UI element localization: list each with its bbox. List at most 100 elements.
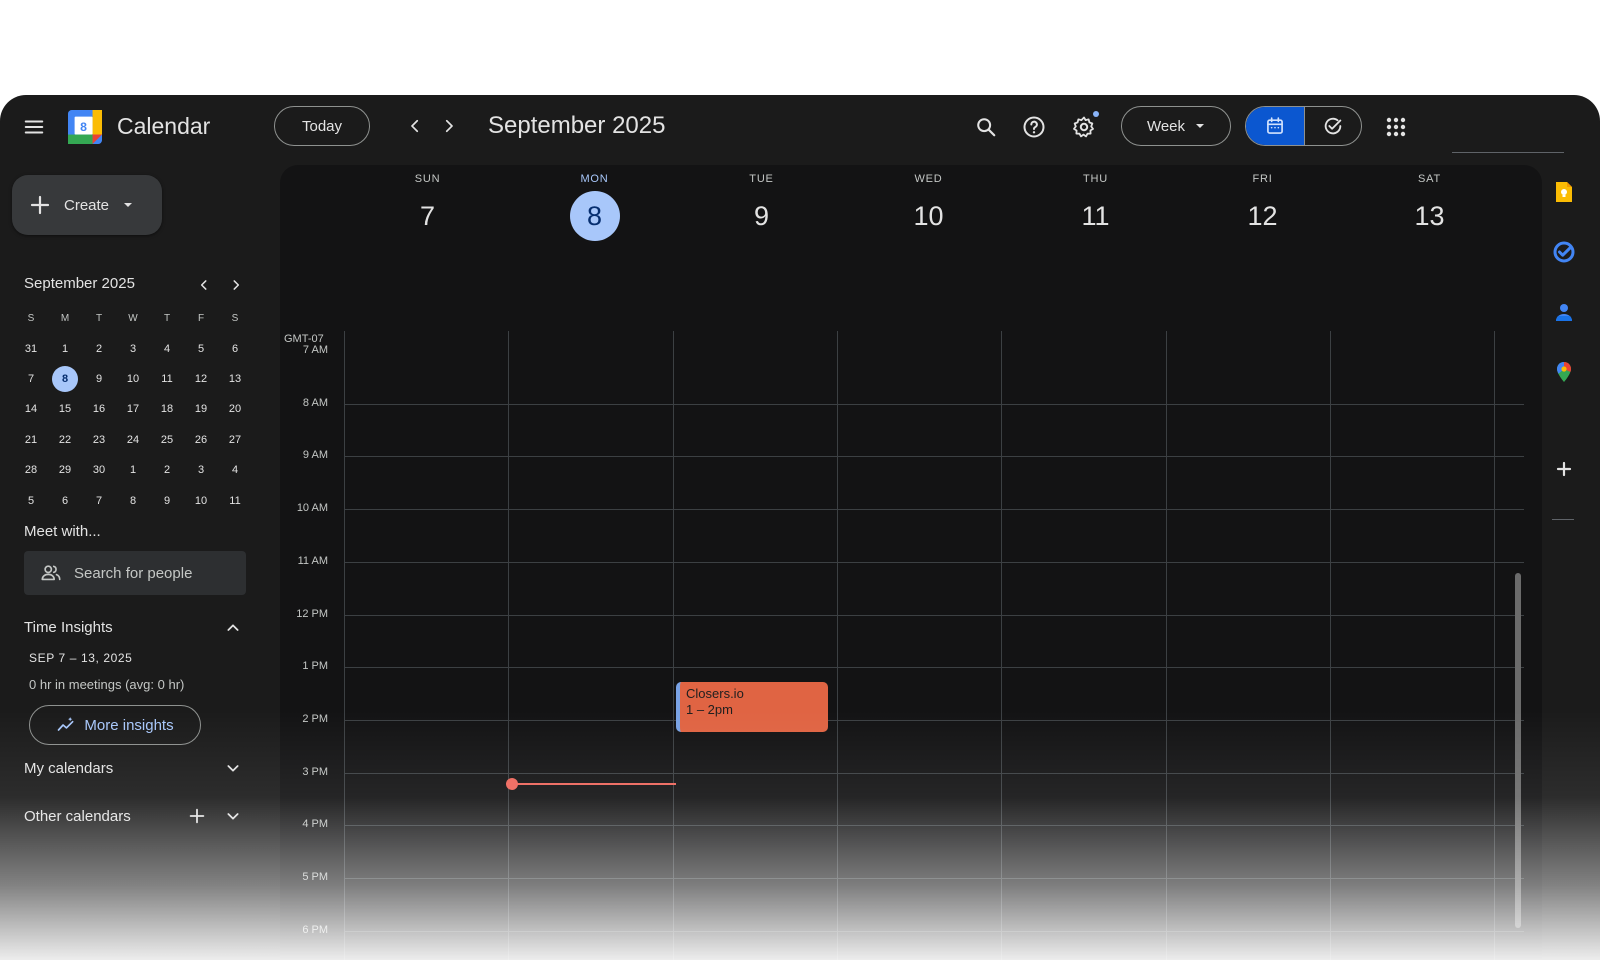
add-other-calendar-button[interactable] xyxy=(184,803,210,829)
day-header-fri[interactable]: FRI 12 xyxy=(1179,165,1346,241)
mini-calendar-day[interactable]: 6 xyxy=(48,495,82,507)
help-icon xyxy=(1023,116,1045,138)
mini-calendar-day[interactable]: 20 xyxy=(218,403,252,415)
mini-calendar-day[interactable]: 25 xyxy=(150,434,184,446)
mini-calendar-day[interactable]: 10 xyxy=(116,373,150,385)
tasks-button[interactable] xyxy=(1552,240,1578,266)
mini-calendar-day[interactable]: 29 xyxy=(48,464,82,476)
mini-calendar-day[interactable]: 18 xyxy=(150,403,184,415)
day-header-tue[interactable]: TUE 9 xyxy=(678,165,845,241)
mini-calendar-day[interactable]: 7 xyxy=(14,373,48,385)
today-button[interactable]: Today xyxy=(274,106,370,146)
other-calendars-expand-button[interactable] xyxy=(220,803,246,829)
time-insights-collapse-button[interactable] xyxy=(220,615,246,641)
mini-calendar-day[interactable]: 1 xyxy=(48,343,82,355)
mini-calendar-day[interactable]: 2 xyxy=(82,343,116,355)
mini-calendar-day[interactable]: 11 xyxy=(218,495,252,507)
mini-calendar-day-number: 9 xyxy=(163,494,171,507)
mini-calendar-day-number: 7 xyxy=(95,494,103,507)
view-switcher-button[interactable]: Week xyxy=(1121,106,1231,146)
time-insights-title: Time Insights xyxy=(24,619,113,636)
mini-calendar-day-number: 8 xyxy=(129,494,137,507)
mini-calendar-day[interactable]: 14 xyxy=(14,403,48,415)
maps-button[interactable] xyxy=(1552,360,1578,386)
mini-calendar-day[interactable]: 24 xyxy=(116,434,150,446)
day-number[interactable]: 13 xyxy=(1405,191,1455,241)
mini-calendar-day[interactable]: 12 xyxy=(184,373,218,385)
mini-calendar-day-number: 20 xyxy=(228,403,242,416)
hour-gridline xyxy=(344,509,1524,510)
mini-calendar-day[interactable]: 11 xyxy=(150,373,184,385)
add-addon-button[interactable] xyxy=(1552,457,1578,483)
mini-calendar-day[interactable]: 16 xyxy=(82,403,116,415)
day-header-sun[interactable]: SUN 7 xyxy=(344,165,511,241)
day-header-mon[interactable]: MON 8 xyxy=(511,165,678,241)
calendar-logo[interactable]: 8 xyxy=(68,110,102,144)
mini-calendar-day[interactable]: 2 xyxy=(150,464,184,476)
mini-calendar-day[interactable]: 5 xyxy=(14,495,48,507)
mini-calendar-day[interactable]: 26 xyxy=(184,434,218,446)
day-number[interactable]: 12 xyxy=(1238,191,1288,241)
day-number[interactable]: 9 xyxy=(737,191,787,241)
day-number[interactable]: 8 xyxy=(569,191,620,241)
mini-calendar-day[interactable]: 9 xyxy=(82,373,116,385)
keep-button[interactable] xyxy=(1552,180,1578,206)
mini-calendar-day[interactable]: 17 xyxy=(116,403,150,415)
mini-calendar-day[interactable]: 30 xyxy=(82,464,116,476)
mini-calendar-week-row: 28 29 30 1 2 3 4 xyxy=(14,455,252,485)
mini-calendar-day[interactable]: 31 xyxy=(14,343,48,355)
mini-calendar-day[interactable]: 1 xyxy=(116,464,150,476)
day-header-thu[interactable]: THU 11 xyxy=(1012,165,1179,241)
mini-calendar-day[interactable]: 7 xyxy=(82,495,116,507)
mini-calendar-day[interactable]: 15 xyxy=(48,403,82,415)
main-menu-button[interactable] xyxy=(16,109,52,145)
apps-grid-icon xyxy=(1386,117,1406,137)
mini-calendar-day[interactable]: 4 xyxy=(218,464,252,476)
mini-calendar-day[interactable]: 19 xyxy=(184,403,218,415)
my-calendars-title[interactable]: My calendars xyxy=(24,760,113,777)
more-insights-button[interactable]: More insights xyxy=(29,705,201,745)
mini-calendar-prev-button[interactable] xyxy=(190,271,218,299)
my-calendars-expand-button[interactable] xyxy=(220,755,246,781)
mini-calendar-day[interactable]: 5 xyxy=(184,343,218,355)
next-week-button[interactable] xyxy=(432,109,466,143)
mini-calendar-day[interactable]: 6 xyxy=(218,343,252,355)
day-number[interactable]: 11 xyxy=(1071,191,1121,241)
mini-calendar-day[interactable]: 3 xyxy=(116,343,150,355)
current-month-title: September 2025 xyxy=(488,112,666,139)
hour-label: 12 PM xyxy=(296,608,328,620)
search-button[interactable] xyxy=(968,109,1004,145)
mini-calendar-day[interactable]: 28 xyxy=(14,464,48,476)
grid-scrollbar[interactable] xyxy=(1515,573,1521,928)
mini-calendar-day[interactable]: 3 xyxy=(184,464,218,476)
hour-label: 4 PM xyxy=(302,818,328,830)
day-number[interactable]: 10 xyxy=(904,191,954,241)
contacts-button[interactable] xyxy=(1552,300,1578,326)
mini-calendar-day[interactable]: 22 xyxy=(48,434,82,446)
mini-calendar-day[interactable]: 27 xyxy=(218,434,252,446)
mini-calendar-day-selected[interactable]: 8 xyxy=(48,365,82,392)
search-people-field[interactable]: Search for people xyxy=(24,551,246,595)
google-apps-button[interactable] xyxy=(1378,109,1414,145)
tasks-view-toggle[interactable] xyxy=(1304,107,1361,145)
mini-calendar-day[interactable]: 8 xyxy=(116,495,150,507)
mini-calendar-next-button[interactable] xyxy=(222,271,250,299)
help-button[interactable] xyxy=(1016,109,1052,145)
calendar-view-toggle[interactable] xyxy=(1246,107,1304,145)
previous-week-button[interactable] xyxy=(398,109,432,143)
mini-weekday-label: T xyxy=(95,312,103,324)
create-button[interactable]: Create xyxy=(12,175,162,235)
day-header-sat[interactable]: SAT 13 xyxy=(1346,165,1513,241)
mini-calendar-day-number: 13 xyxy=(228,372,242,385)
day-number[interactable]: 7 xyxy=(403,191,453,241)
mini-calendar-day[interactable]: 9 xyxy=(150,495,184,507)
day-name: SAT xyxy=(1418,173,1441,185)
mini-calendar-day[interactable]: 13 xyxy=(218,373,252,385)
mini-calendar-day[interactable]: 10 xyxy=(184,495,218,507)
day-header-wed[interactable]: WED 10 xyxy=(845,165,1012,241)
mini-calendar-day[interactable]: 4 xyxy=(150,343,184,355)
mini-calendar-day[interactable]: 21 xyxy=(14,434,48,446)
mini-calendar-day[interactable]: 23 xyxy=(82,434,116,446)
calendar-event[interactable]: Closers.io 1 – 2pm xyxy=(676,682,828,732)
other-calendars-title[interactable]: Other calendars xyxy=(24,808,131,825)
